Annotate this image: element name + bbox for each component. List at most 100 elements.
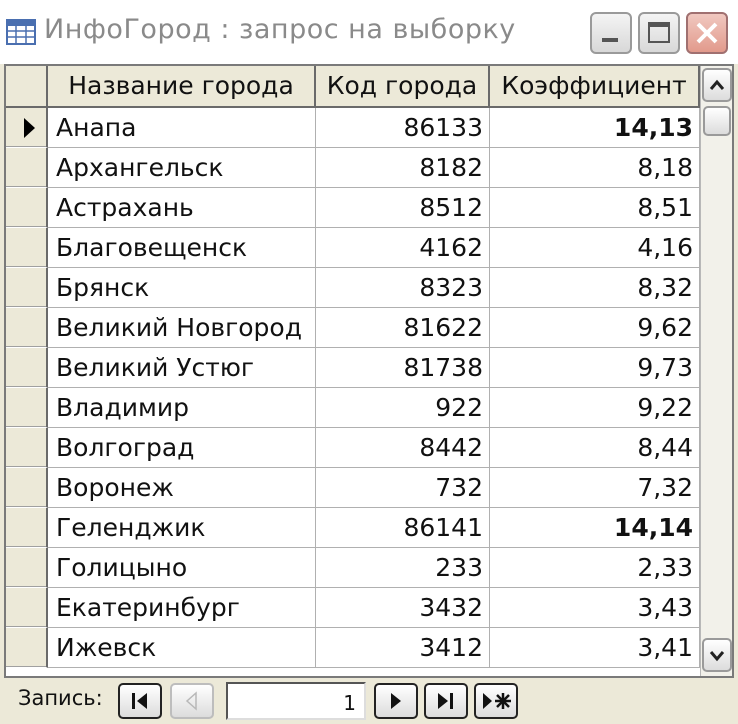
column-header-coefficient[interactable]: Коэффициент (490, 66, 700, 106)
cell-city-name[interactable]: Анапа (48, 108, 316, 148)
record-selector[interactable] (6, 588, 48, 628)
table-row[interactable]: Воронеж 732 7,32 (6, 468, 700, 508)
cell-coefficient[interactable]: 3,41 (490, 628, 700, 668)
last-record-button[interactable] (424, 683, 468, 719)
cell-city-code[interactable]: 86133 (316, 108, 490, 148)
next-record-button[interactable] (374, 683, 418, 719)
maximize-button[interactable] (638, 12, 680, 54)
cell-coefficient[interactable]: 8,18 (490, 148, 700, 188)
table-row[interactable]: Великий Устюг 81738 9,73 (6, 348, 700, 388)
select-all-corner[interactable] (6, 66, 48, 106)
cell-coefficient[interactable]: 2,33 (490, 548, 700, 588)
cell-city-code[interactable]: 8323 (316, 268, 490, 308)
new-record-button[interactable] (474, 683, 518, 719)
record-selector[interactable] (6, 508, 48, 548)
record-selector[interactable] (6, 388, 48, 428)
cell-city-code[interactable]: 86141 (316, 508, 490, 548)
cell-city-name[interactable]: Ижевск (48, 628, 316, 668)
table-row[interactable]: Волгоград 8442 8,44 (6, 428, 700, 468)
cell-city-name[interactable]: Владимир (48, 388, 316, 428)
table-row[interactable]: Великий Новгород 81622 9,62 (6, 308, 700, 348)
cell-city-name[interactable]: Волгоград (48, 428, 316, 468)
table-row[interactable]: Владимир 922 9,22 (6, 388, 700, 428)
cell-coefficient[interactable]: 9,62 (490, 308, 700, 348)
close-button[interactable] (686, 12, 728, 54)
record-selector[interactable] (6, 108, 48, 148)
chevron-down-icon (709, 651, 725, 662)
cell-city-name[interactable]: Астрахань (48, 188, 316, 228)
minimize-button[interactable] (590, 12, 632, 54)
cell-city-code[interactable]: 81622 (316, 308, 490, 348)
chevron-up-icon (709, 79, 725, 90)
cell-city-code[interactable]: 81738 (316, 348, 490, 388)
record-selector[interactable] (6, 468, 48, 508)
cell-coefficient[interactable]: 8,44 (490, 428, 700, 468)
cell-city-code[interactable]: 8442 (316, 428, 490, 468)
record-selector[interactable] (6, 148, 48, 188)
record-selector[interactable] (6, 268, 48, 308)
cell-coefficient[interactable]: 8,32 (490, 268, 700, 308)
close-icon (696, 22, 718, 44)
cell-city-code[interactable]: 3432 (316, 588, 490, 628)
cell-city-code[interactable]: 922 (316, 388, 490, 428)
cell-coefficient[interactable]: 14,14 (490, 508, 700, 548)
cell-city-code[interactable]: 8512 (316, 188, 490, 228)
record-selector[interactable] (6, 348, 48, 388)
cell-coefficient[interactable]: 4,16 (490, 228, 700, 268)
vertical-scrollbar[interactable] (700, 66, 732, 676)
cell-city-code[interactable]: 4162 (316, 228, 490, 268)
cell-coefficient[interactable]: 14,13 (490, 108, 700, 148)
table-window-icon (6, 19, 36, 45)
table-row[interactable]: Астрахань 8512 8,51 (6, 188, 700, 228)
cell-city-code[interactable]: 8182 (316, 148, 490, 188)
table-row[interactable]: Архангельск 8182 8,18 (6, 148, 700, 188)
cell-city-name[interactable]: Брянск (48, 268, 316, 308)
table-row[interactable]: Геленджик 86141 14,14 (6, 508, 700, 548)
record-selector[interactable] (6, 188, 48, 228)
next-record-icon (391, 693, 401, 709)
cell-city-name[interactable]: Воронеж (48, 468, 316, 508)
previous-record-button[interactable] (170, 683, 214, 719)
cell-coefficient[interactable]: 8,51 (490, 188, 700, 228)
current-record-field[interactable] (226, 682, 366, 720)
table-row[interactable]: Анапа 86133 14,13 (6, 108, 700, 148)
cell-city-name[interactable]: Екатеринбург (48, 588, 316, 628)
cell-city-name[interactable]: Архангельск (48, 148, 316, 188)
query-window: ИнфоГород : запрос на выборку Название г… (0, 0, 738, 724)
record-selector[interactable] (6, 628, 48, 668)
title-bar[interactable]: ИнфоГород : запрос на выборку (0, 0, 738, 64)
table-row[interactable]: Голицыно 233 2,33 (6, 548, 700, 588)
column-header-code[interactable]: Код города (316, 66, 490, 106)
cell-coefficient[interactable]: 9,73 (490, 348, 700, 388)
record-selector[interactable] (6, 228, 48, 268)
first-record-icon (132, 693, 147, 709)
cell-city-code[interactable]: 3412 (316, 628, 490, 668)
cell-city-name[interactable]: Геленджик (48, 508, 316, 548)
table-body: Анапа 86133 14,13 Архангельск 8182 8,18 Астрах… (6, 108, 700, 676)
first-record-button[interactable] (118, 683, 162, 719)
record-selector[interactable] (6, 548, 48, 588)
cell-city-name[interactable]: Великий Новгород (48, 308, 316, 348)
cell-city-name[interactable]: Великий Устюг (48, 348, 316, 388)
cell-coefficient[interactable]: 7,32 (490, 468, 700, 508)
table-row[interactable]: Ижевск 3412 3,41 (6, 628, 700, 668)
scroll-thumb[interactable] (703, 106, 731, 136)
table-row[interactable]: Брянск 8323 8,32 (6, 268, 700, 308)
previous-record-icon (185, 691, 197, 711)
record-label: Запись: (18, 686, 103, 710)
cell-city-code[interactable]: 732 (316, 468, 490, 508)
scroll-up-button[interactable] (702, 68, 732, 102)
record-selector[interactable] (6, 428, 48, 468)
window-title: ИнфоГород : запрос на выборку (44, 14, 516, 45)
cell-coefficient[interactable]: 3,43 (490, 588, 700, 628)
datasheet-grid: Название города Код города Коэффициент А… (4, 64, 734, 678)
table-row[interactable]: Екатеринбург 3432 3,43 (6, 588, 700, 628)
scroll-down-button[interactable] (702, 638, 732, 672)
cell-city-code[interactable]: 233 (316, 548, 490, 588)
column-header-name[interactable]: Название города (48, 66, 316, 106)
cell-coefficient[interactable]: 9,22 (490, 388, 700, 428)
record-selector[interactable] (6, 308, 48, 348)
cell-city-name[interactable]: Благовещенск (48, 228, 316, 268)
table-row[interactable]: Благовещенск 4162 4,16 (6, 228, 700, 268)
cell-city-name[interactable]: Голицыно (48, 548, 316, 588)
